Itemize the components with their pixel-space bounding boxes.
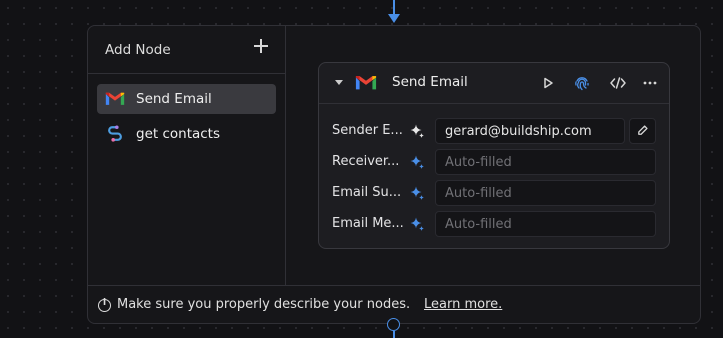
edit-pencil-icon[interactable] (629, 118, 656, 144)
sidebar-header: Add Node (88, 26, 285, 74)
field-label: Receiver... (332, 154, 400, 169)
node-title: Send Email (392, 74, 468, 90)
gmail-icon (105, 92, 125, 105)
field-row-email-subject: Email Su... Auto-filled (319, 180, 669, 206)
sidebar-item-label: get contacts (136, 126, 221, 142)
field-row-sender-email: Sender E... gerard@buildship.com (319, 118, 669, 144)
footer-hint-text: Make sure you properly describe your nod… (117, 297, 411, 312)
add-node-plus-icon[interactable] (253, 38, 269, 54)
node-panel: Add Node Send Email get contacts Send Em… (87, 25, 701, 324)
learn-more-link[interactable]: Learn more. (424, 297, 502, 312)
more-icon[interactable] (640, 73, 660, 93)
sidebar-item-get-contacts[interactable]: get contacts (97, 119, 276, 149)
script-icon (108, 125, 122, 142)
fingerprint-icon[interactable] (572, 73, 592, 93)
field-label: Email Su... (332, 185, 402, 200)
incoming-arrow-icon (388, 14, 400, 23)
node-card-header: Send Email (319, 63, 669, 104)
info-icon (98, 298, 111, 312)
sidebar-item-label: Send Email (136, 91, 212, 107)
send-email-node-card: Send Email Sender E... gerard@buildship.… (318, 62, 670, 249)
field-label: Sender E... (332, 123, 403, 138)
field-row-receiver: Receiver... Auto-filled (319, 149, 669, 175)
sidebar-item-send-email[interactable]: Send Email (97, 84, 276, 114)
email-subject-input[interactable]: Auto-filled (435, 180, 656, 206)
sidebar-title: Add Node (105, 42, 171, 58)
ai-sparkle-icon[interactable] (409, 185, 425, 201)
play-icon[interactable] (538, 73, 558, 93)
node-sidebar: Add Node Send Email get contacts (88, 26, 286, 285)
outgoing-connector-line (393, 331, 395, 338)
sender-email-input[interactable]: gerard@buildship.com (435, 118, 625, 144)
ai-sparkle-icon[interactable] (409, 123, 425, 139)
receiver-input[interactable]: Auto-filled (435, 149, 656, 175)
outgoing-connector-handle[interactable] (387, 318, 400, 331)
field-label: Email Me... (332, 216, 404, 231)
field-row-email-message: Email Me... Auto-filled (319, 211, 669, 237)
ai-sparkle-icon[interactable] (409, 154, 425, 170)
email-message-input[interactable]: Auto-filled (435, 211, 656, 237)
collapse-caret-icon[interactable] (335, 80, 343, 85)
ai-sparkle-icon[interactable] (409, 216, 425, 232)
code-icon[interactable] (608, 73, 628, 93)
gmail-icon (355, 76, 377, 90)
